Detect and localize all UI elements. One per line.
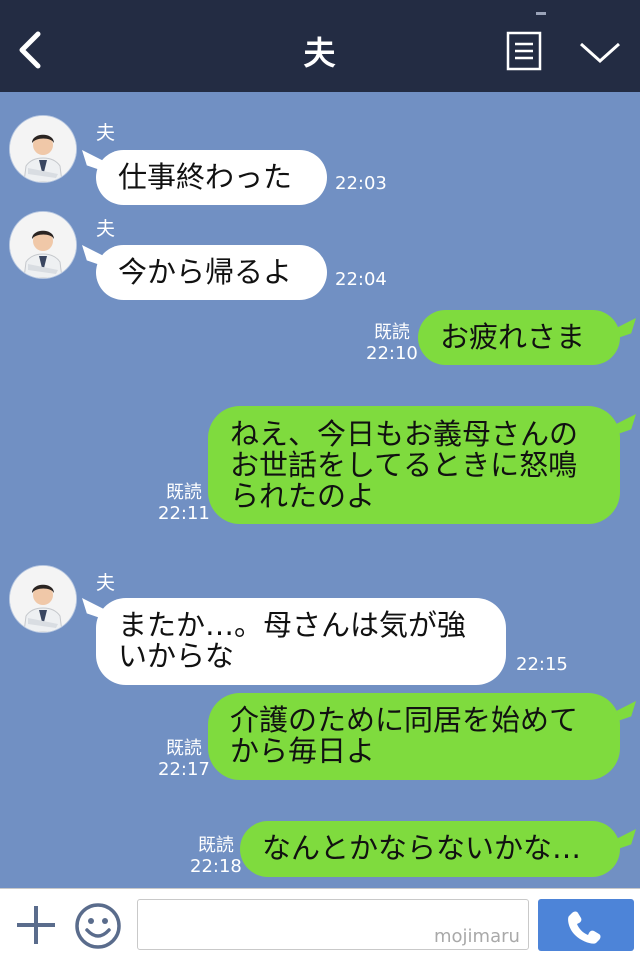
message-text-line: ねえ、今日もお義母さんの [230,417,579,451]
avatar[interactable] [10,116,76,182]
read-label: 既読 [165,738,202,759]
message-text-line: なんとかならないかな… [262,831,582,865]
sender-name: 夫 [96,218,116,240]
outgoing-message-bubble[interactable]: ねえ、今日もお義母さんの お世話をしてるときに怒鳴 られたのよ [208,406,620,524]
menu-button[interactable] [506,31,542,71]
message-text-line: お世話をしてるときに怒鳴 [230,448,578,482]
read-receipt: 既読 22:18 [190,835,242,877]
message-time: 22:18 [190,856,242,877]
message-time: 22:17 [158,759,210,780]
read-label: 既読 [197,835,234,856]
read-label: 既読 [373,322,410,343]
avatar-image [10,566,76,632]
chat-title: 夫 [303,34,337,72]
message-text-line: から毎日よ [230,734,376,768]
collapse-button[interactable] [578,40,622,66]
read-receipt: 既読 22:17 [158,738,210,780]
chevron-down-icon [579,42,621,64]
document-menu-icon [506,31,542,71]
avatar[interactable] [10,212,76,278]
message-text-line: られたのよ [230,479,376,513]
message-time: 22:11 [158,503,210,524]
message-time: 22:15 [516,654,568,675]
read-receipt: 既読 22:11 [158,482,210,524]
message-time: 22:10 [366,343,418,364]
read-receipt: 既読 22:10 [366,322,418,364]
incoming-message-bubble[interactable]: またか…。母さんは気が強 いからな [96,598,506,685]
incoming-message-bubble[interactable]: 今から帰るよ [96,245,327,300]
smiley-icon [75,903,121,949]
emoji-button[interactable] [74,902,122,950]
avatar-image [10,116,76,182]
outgoing-message-bubble[interactable]: お疲れさま [418,310,620,365]
message-time: 22:04 [335,269,387,290]
message-time: 22:03 [335,173,387,194]
plus-icon [17,906,55,944]
watermark-text: mojimaru [434,926,520,947]
status-bar-indicator [536,0,546,15]
phone-icon [568,911,601,944]
avatar-image [10,212,76,278]
add-button[interactable] [14,903,58,947]
message-text-line: いからな [118,639,235,673]
outgoing-message-bubble[interactable]: なんとかならないかな… [240,821,620,877]
message-text-line: またか…。母さんは気が強 [118,608,467,642]
avatar[interactable] [10,566,76,632]
input-bar: mojimaru [0,888,640,961]
sender-name: 夫 [96,572,116,594]
outgoing-message-bubble[interactable]: 介護のために同居を始めて から毎日よ [208,693,620,780]
message-text-line: 今から帰るよ [118,255,293,289]
message-text-line: 仕事終わった [118,160,293,194]
call-button[interactable] [538,899,634,951]
message-text-line: 介護のために同居を始めて [230,703,579,737]
sender-name: 夫 [96,122,116,144]
read-label: 既読 [165,482,202,503]
message-text-line: お疲れさま [440,320,586,354]
incoming-message-bubble[interactable]: 仕事終わった [96,150,327,205]
chat-header: 夫 [0,0,640,92]
